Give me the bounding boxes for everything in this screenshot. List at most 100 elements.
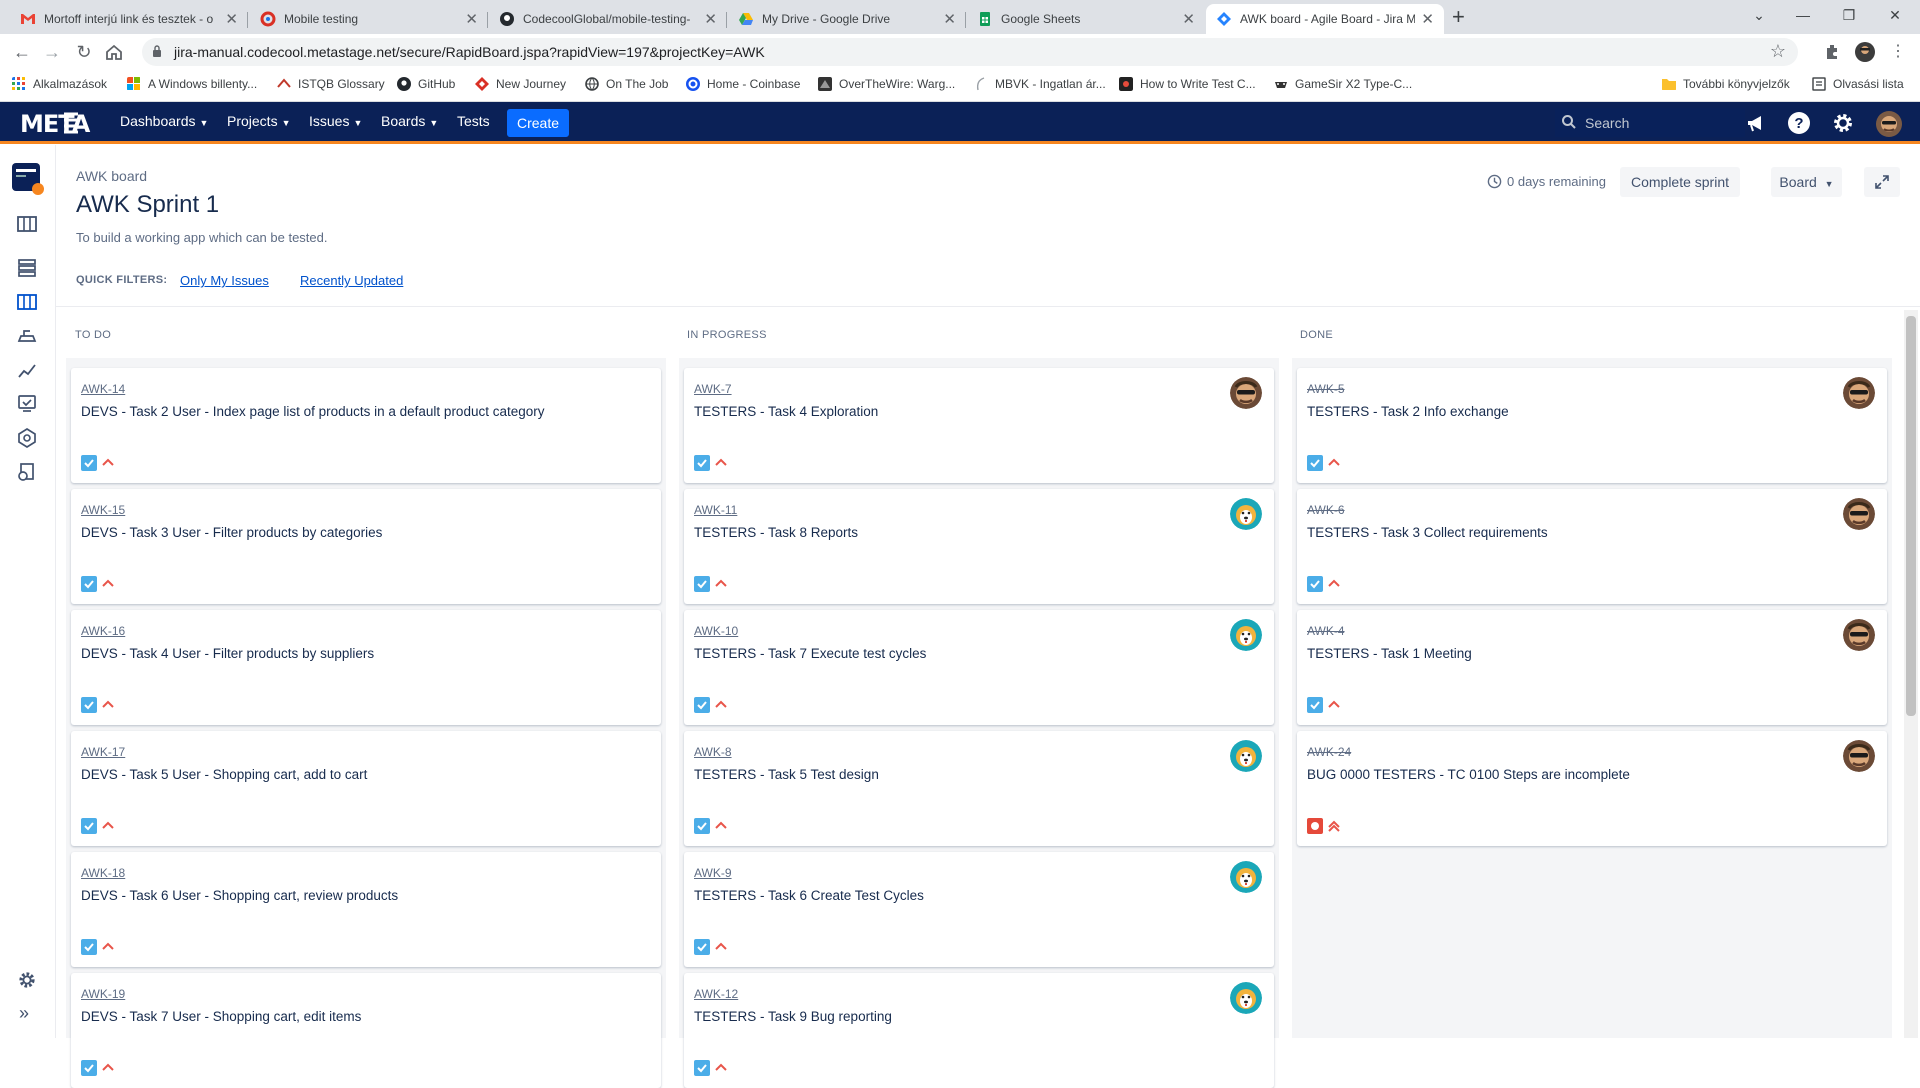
browser-tab[interactable]: Mortoff interjú link és tesztek - o ✕ [10, 4, 248, 34]
issue-card[interactable]: AWK-24 BUG 0000 TESTERS - TC 0100 Steps a… [1297, 731, 1887, 846]
issue-card[interactable]: AWK-18 DEVS - Task 6 User - Shopping cart… [71, 852, 661, 967]
issue-card[interactable]: AWK-12 TESTERS - Task 9 Bug reporting [684, 973, 1274, 1088]
search-input[interactable]: Search [1555, 108, 1745, 137]
extensions-icon[interactable] [1823, 42, 1843, 62]
restore-button[interactable]: ❐ [1826, 0, 1872, 34]
issue-key[interactable]: AWK-9 [694, 866, 732, 880]
nav-boards[interactable]: Boards ▼ [381, 113, 438, 129]
nav-projects[interactable]: Projects ▼ [227, 113, 291, 129]
expand-sidebar-icon[interactable]: » [19, 1003, 29, 1024]
issue-card[interactable]: AWK-15 DEVS - Task 3 User - Filter produc… [71, 489, 661, 604]
new-tab-button[interactable]: + [1452, 4, 1465, 30]
home-icon[interactable] [104, 42, 124, 62]
board-icon[interactable] [16, 291, 38, 313]
issue-key[interactable]: AWK-5 [1307, 382, 1345, 396]
minimize-button[interactable]: — [1780, 0, 1826, 34]
bookmark-on-the-job[interactable]: On The Job [585, 77, 668, 91]
bookmark-star-icon[interactable]: ☆ [1770, 41, 1786, 62]
issue-key[interactable]: AWK-12 [694, 987, 738, 1001]
issue-card[interactable]: AWK-16 DEVS - Task 4 User - Filter produc… [71, 610, 661, 725]
close-icon[interactable]: ✕ [225, 10, 238, 28]
browser-tab[interactable]: Google Sheets ✕ [967, 4, 1205, 34]
user-avatar[interactable] [1876, 111, 1902, 137]
browser-tab[interactable]: My Drive - Google Drive ✕ [728, 4, 966, 34]
browser-tab-active[interactable]: AWK board - Agile Board - Jira M ✕ [1206, 4, 1444, 34]
assignee-avatar[interactable] [1230, 377, 1262, 409]
issue-key[interactable]: AWK-19 [81, 987, 125, 1001]
gear-icon[interactable] [1831, 111, 1855, 135]
bookmark-overthewire[interactable]: OverTheWire: Warg... [818, 77, 955, 91]
issue-card[interactable]: AWK-19 DEVS - Task 7 User - Shopping cart… [71, 973, 661, 1088]
bookmark-windows[interactable]: A Windows billenty... [127, 77, 257, 91]
megaphone-icon[interactable] [1745, 111, 1769, 135]
address-bar[interactable]: jira-manual.codecool.metastage.net/secur… [142, 38, 1798, 66]
quick-filter-recently-updated[interactable]: Recently Updated [300, 273, 403, 288]
components-icon[interactable] [16, 427, 38, 449]
issue-card[interactable]: AWK-17 DEVS - Task 5 User - Shopping cart… [71, 731, 661, 846]
issue-card[interactable]: AWK-9 TESTERS - Task 6 Create Test Cycles [684, 852, 1274, 967]
bookmark-other-folder[interactable]: További könyvjelzők [1662, 77, 1790, 91]
browser-tab[interactable]: CodecoolGlobal/mobile-testing- ✕ [489, 4, 727, 34]
fullscreen-button[interactable] [1864, 167, 1900, 197]
assignee-avatar[interactable] [1843, 619, 1875, 651]
profile-avatar[interactable] [1855, 42, 1875, 62]
complete-sprint-button[interactable]: Complete sprint [1620, 167, 1740, 197]
pages-icon[interactable] [16, 461, 38, 483]
window-close-button[interactable]: ✕ [1872, 0, 1918, 34]
board-menu-button[interactable]: Board ▼ [1771, 167, 1842, 197]
issue-card[interactable]: AWK-5 TESTERS - Task 2 Info exchange [1297, 368, 1887, 483]
assignee-avatar[interactable] [1230, 982, 1262, 1014]
meta-logo[interactable]: META [20, 110, 90, 138]
assignee-avatar[interactable] [1843, 740, 1875, 772]
project-avatar-icon[interactable] [12, 163, 44, 195]
bookmark-test-cases[interactable]: How to Write Test C... [1119, 77, 1256, 91]
create-button[interactable]: Create [507, 109, 569, 137]
backlog-icon[interactable] [16, 213, 38, 235]
close-icon[interactable]: ✕ [1182, 10, 1195, 28]
forward-icon[interactable]: → [38, 38, 66, 66]
issue-key[interactable]: AWK-6 [1307, 503, 1345, 517]
bookmark-new-journey[interactable]: New Journey [475, 77, 566, 91]
close-icon[interactable]: ✕ [943, 10, 956, 28]
issue-card[interactable]: AWK-4 TESTERS - Task 1 Meeting [1297, 610, 1887, 725]
issue-key[interactable]: AWK-14 [81, 382, 125, 396]
tests-icon[interactable] [16, 393, 38, 415]
bookmark-apps[interactable]: Alkalmazások [12, 77, 107, 91]
close-icon[interactable]: ✕ [1421, 10, 1434, 28]
issue-key[interactable]: AWK-11 [694, 503, 737, 517]
assignee-avatar[interactable] [1230, 740, 1262, 772]
scrollbar-thumb[interactable] [1906, 316, 1916, 716]
close-icon[interactable]: ✕ [465, 10, 478, 28]
reports-icon[interactable] [16, 359, 38, 381]
browser-menu-icon[interactable]: ⋮ [1884, 38, 1912, 66]
issue-card[interactable]: AWK-8 TESTERS - Task 5 Test design [684, 731, 1274, 846]
issue-card[interactable]: AWK-11 TESTERS - Task 8 Reports [684, 489, 1274, 604]
issue-key[interactable]: AWK-15 [81, 503, 125, 517]
browser-tab[interactable]: Mobile testing ✕ [250, 4, 488, 34]
issue-card[interactable]: AWK-7 TESTERS - Task 4 Exploration [684, 368, 1274, 483]
issue-key[interactable]: AWK-24 [1307, 745, 1351, 759]
nav-dashboards[interactable]: Dashboards ▼ [120, 113, 208, 129]
issue-card[interactable]: AWK-10 TESTERS - Task 7 Execute test cycl… [684, 610, 1274, 725]
back-icon[interactable]: ← [8, 38, 36, 66]
bookmark-mbvk[interactable]: MBVK - Ingatlan ár... [974, 77, 1106, 91]
releases-icon[interactable] [16, 325, 38, 347]
bookmark-github[interactable]: GitHub [397, 77, 455, 91]
issue-key[interactable]: AWK-7 [694, 382, 732, 396]
issue-key[interactable]: AWK-8 [694, 745, 732, 759]
nav-tests[interactable]: Tests [457, 113, 490, 129]
nav-issues[interactable]: Issues ▼ [309, 113, 362, 129]
list-icon[interactable] [16, 257, 38, 279]
tab-search-icon[interactable]: ⌄ [1736, 0, 1782, 34]
issue-key[interactable]: AWK-16 [81, 624, 125, 638]
assignee-avatar[interactable] [1843, 498, 1875, 530]
bookmark-reading-list[interactable]: Olvasási lista [1812, 77, 1904, 91]
quick-filter-only-my-issues[interactable]: Only My Issues [180, 273, 269, 288]
close-icon[interactable]: ✕ [704, 10, 717, 28]
vertical-scrollbar[interactable] [1904, 310, 1918, 1038]
assignee-avatar[interactable] [1230, 861, 1262, 893]
assignee-avatar[interactable] [1843, 377, 1875, 409]
issue-key[interactable]: AWK-17 [81, 745, 125, 759]
bookmark-istqb[interactable]: ISTQB Glossary [277, 77, 385, 91]
issue-card[interactable]: AWK-14 DEVS - Task 2 User - Index page li… [71, 368, 661, 483]
